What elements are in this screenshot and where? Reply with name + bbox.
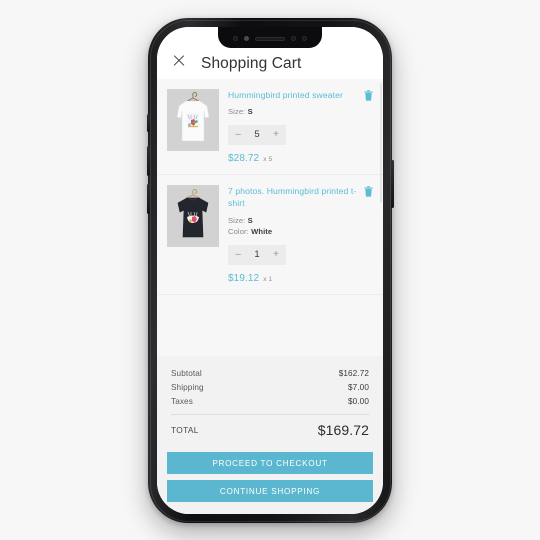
cart-item-price-row: $28.72 x 5 — [228, 153, 373, 164]
total-label: TOTAL — [171, 425, 199, 435]
size-value: S — [247, 215, 253, 225]
summary-label: Taxes — [171, 396, 193, 406]
silent-switch-button[interactable] — [146, 114, 150, 132]
quantity-value[interactable]: 5 — [254, 130, 259, 140]
cart-item-price: $19.12 — [228, 272, 260, 284]
size-label: Size: — [228, 107, 246, 117]
phone-device: Shopping Cart Hummingbird printed sweate… — [146, 18, 394, 523]
cart-item-body: Hummingbird printed sweater Size: S – 5 … — [228, 89, 373, 164]
trash-icon[interactable] — [364, 186, 373, 197]
proceed-to-checkout-button[interactable]: PROCEED TO CHECKOUT — [167, 452, 373, 474]
quantity-stepper[interactable]: – 5 + — [228, 124, 286, 145]
white-long-sleeve-sweater-thumbnail[interactable] — [167, 89, 219, 151]
size-value: S — [247, 107, 253, 117]
quantity-decrement-button[interactable]: – — [234, 249, 242, 260]
black-tshirt-thumbnail[interactable] — [167, 184, 219, 247]
cart-item-header: Hummingbird printed sweater — [228, 89, 373, 101]
cart-item-price: $28.72 — [228, 152, 260, 164]
cart-item-header: 7 photos. Hummingbird printed t-shirt — [228, 185, 373, 210]
proximity-sensor-icon — [233, 36, 238, 41]
summary-row-total: TOTAL $169.72 — [171, 420, 369, 442]
summary-value: $162.72 — [338, 368, 369, 378]
cart-scrollbar[interactable] — [380, 83, 382, 203]
cart-items-list[interactable]: Hummingbird printed sweater Size: S – 5 … — [157, 79, 383, 356]
summary-row-subtotal: Subtotal $162.72 — [171, 366, 369, 380]
size-label: Size: — [228, 215, 246, 225]
cart-item[interactable]: 7 photos. Hummingbird printed t-shirt Si… — [157, 174, 383, 295]
quantity-value[interactable]: 1 — [254, 250, 259, 260]
phone-notch — [218, 27, 322, 48]
cart-item-name[interactable]: 7 photos. Hummingbird printed t-shirt — [228, 185, 358, 210]
infrared-sensor-icon — [291, 36, 296, 41]
trash-icon[interactable] — [364, 90, 373, 101]
cart-item-name[interactable]: Hummingbird printed sweater — [228, 89, 358, 101]
summary-label: Subtotal — [171, 368, 202, 378]
page-title: Shopping Cart — [201, 54, 302, 72]
earpiece-speaker-icon — [255, 36, 285, 41]
total-value: $169.72 — [317, 422, 369, 438]
summary-divider — [171, 414, 369, 415]
continue-shopping-button[interactable]: CONTINUE SHOPPING — [167, 480, 373, 502]
volume-down-button[interactable] — [146, 184, 150, 214]
power-button[interactable] — [390, 160, 394, 208]
close-icon[interactable] — [171, 52, 187, 68]
summary-value: $0.00 — [348, 396, 369, 406]
summary-row-taxes: Taxes $0.00 — [171, 394, 369, 408]
quantity-increment-button[interactable]: + — [272, 129, 280, 140]
summary-value: $7.00 — [348, 382, 369, 392]
cart-actions: PROCEED TO CHECKOUT CONTINUE SHOPPING — [157, 450, 383, 514]
cart-item-color: Color: White — [228, 226, 373, 237]
cart-item-price-row: $19.12 x 1 — [228, 273, 373, 284]
phone-screen: Shopping Cart Hummingbird printed sweate… — [157, 27, 383, 514]
cart-item[interactable]: Hummingbird printed sweater Size: S – 5 … — [157, 79, 383, 175]
order-summary: Subtotal $162.72 Shipping $7.00 Taxes $0… — [157, 356, 383, 450]
front-camera-icon — [244, 36, 249, 41]
quantity-increment-button[interactable]: + — [272, 249, 280, 260]
volume-up-button[interactable] — [146, 146, 150, 176]
cart-item-quantity-multiplier: x 5 — [263, 155, 273, 163]
color-value: White — [251, 227, 273, 237]
summary-row-shipping: Shipping $7.00 — [171, 380, 369, 394]
cart-item-quantity-multiplier: x 1 — [263, 275, 273, 283]
summary-label: Shipping — [171, 382, 204, 392]
dot-projector-icon — [302, 36, 307, 41]
quantity-stepper[interactable]: – 1 + — [228, 244, 286, 265]
color-label: Color: — [228, 227, 249, 237]
cart-item-size: Size: S — [228, 106, 373, 117]
cart-item-body: 7 photos. Hummingbird printed t-shirt Si… — [228, 185, 373, 284]
cart-item-size: Size: S — [228, 215, 373, 226]
quantity-decrement-button[interactable]: – — [234, 129, 242, 140]
